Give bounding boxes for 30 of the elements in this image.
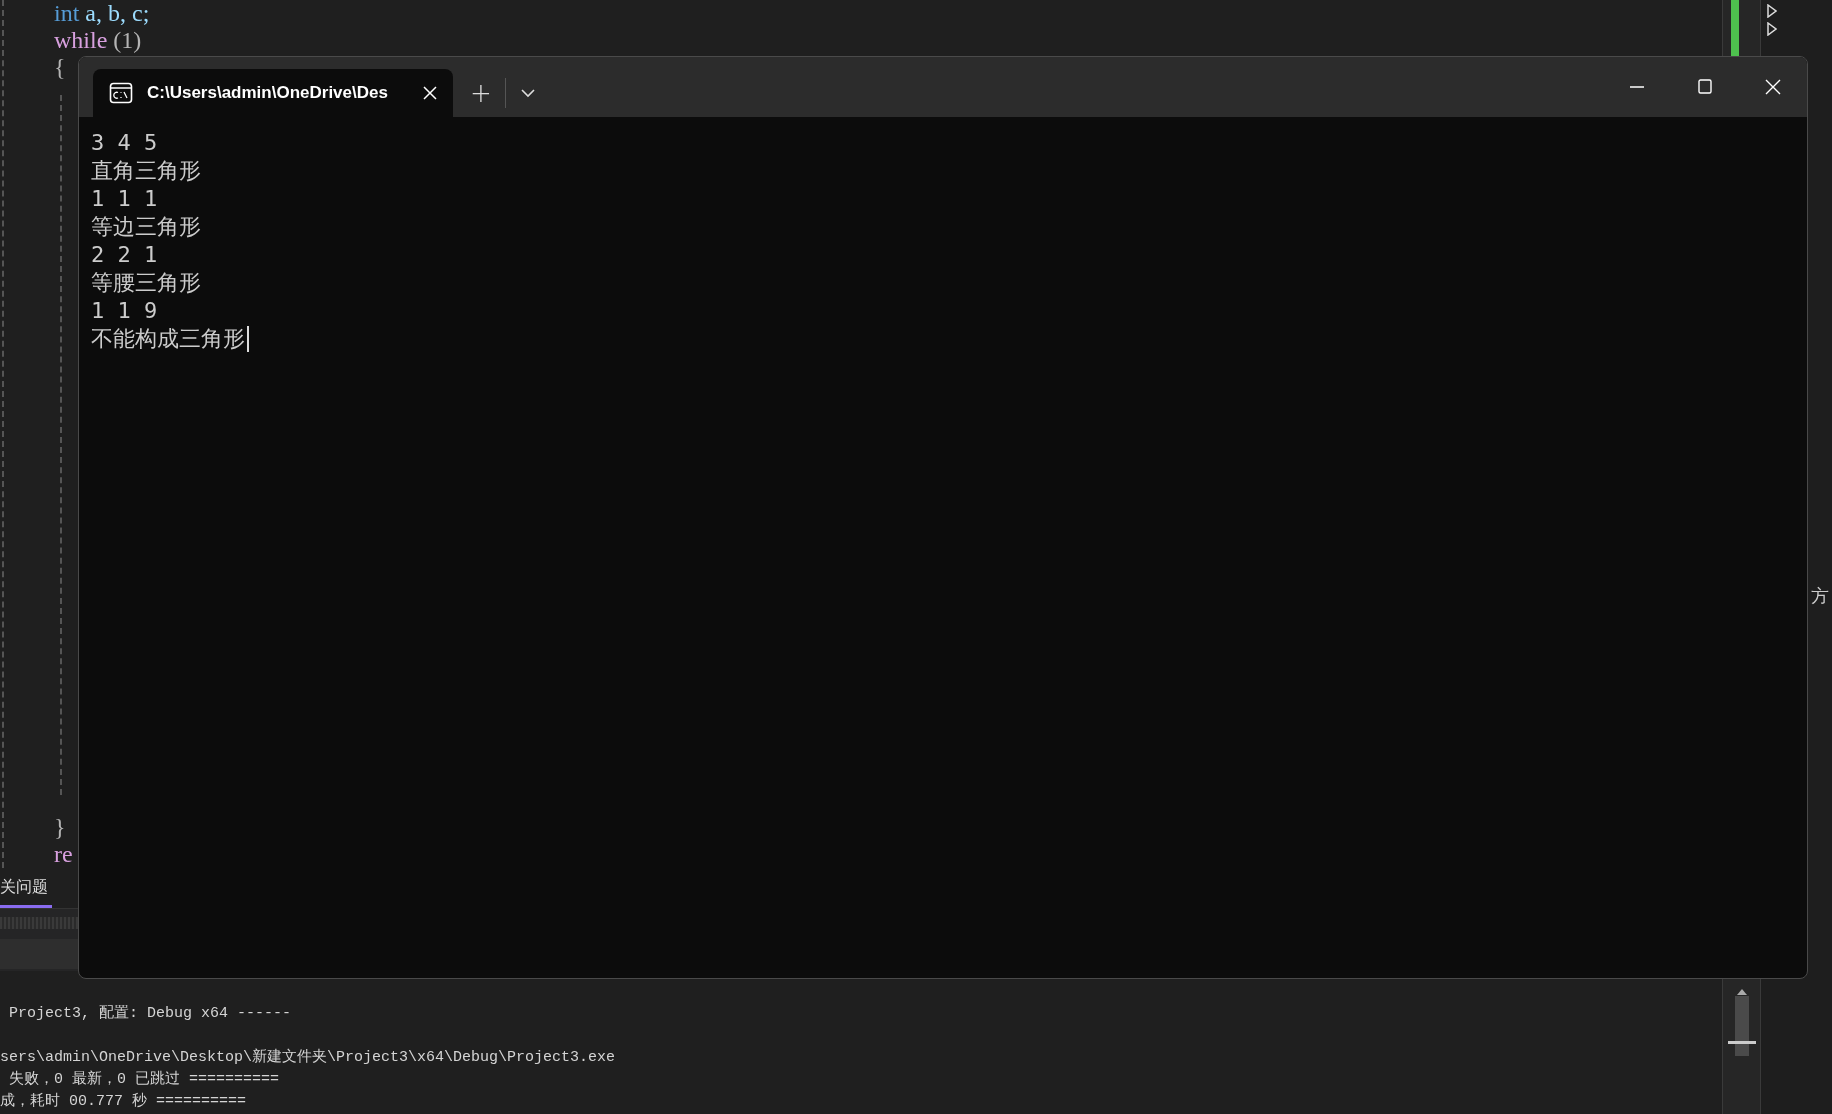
code-line: while (1) xyxy=(54,27,142,54)
new-tab-button[interactable]: + xyxy=(459,69,503,117)
terminal-tab[interactable]: C:\Users\admin\OneDrive\Des xyxy=(93,69,453,117)
output-line: Project3, 配置: Debug x64 ------ xyxy=(8,1004,293,1024)
console-line: 等腰三角形 xyxy=(91,269,201,297)
code-line: { xyxy=(54,54,66,81)
output-line: 失败，0 最新，0 已跳过 ========== xyxy=(8,1069,281,1090)
change-marker xyxy=(1730,0,1739,56)
console-line: 1 1 1 xyxy=(91,185,158,213)
console-line: 2 2 1 xyxy=(91,241,158,269)
close-tab-icon[interactable] xyxy=(423,86,437,100)
maximize-icon xyxy=(1697,79,1713,95)
console-line: 直角三角形 xyxy=(91,157,201,185)
text-cursor xyxy=(247,326,249,352)
expand-arrow-icon[interactable] xyxy=(1767,4,1777,18)
console-line: 不能构成三角形 xyxy=(91,325,245,353)
code-line: int a, b, c; xyxy=(54,0,150,27)
close-icon xyxy=(1765,79,1781,95)
console-line: 1 1 9 xyxy=(91,297,158,325)
output-line: 成，耗时 00.777 秒 ========== xyxy=(0,1091,248,1112)
output-line: sers\admin\OneDrive\Desktop\新建文件夹\Project3\x64\Debug\Project3.exe xyxy=(0,1047,617,1068)
expand-arrow-icon[interactable] xyxy=(1767,22,1777,36)
terminal-icon xyxy=(109,82,133,104)
code-line: } xyxy=(54,814,66,841)
minimize-icon xyxy=(1629,86,1645,88)
chevron-down-icon xyxy=(521,88,535,98)
panel-label: 方 xyxy=(1811,584,1829,608)
console-line: 3 4 5 xyxy=(91,129,158,157)
console-line: 等边三角形 xyxy=(91,213,201,241)
code-line: re xyxy=(54,841,73,868)
